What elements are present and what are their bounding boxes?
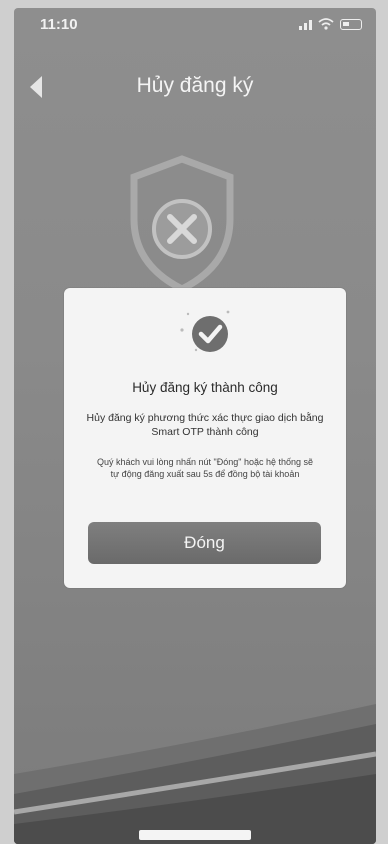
photo-frame: 11:10 Hủy đăng ký Hủy đăng ký thành công… — [0, 0, 388, 844]
bottom-wave-decoration — [14, 704, 376, 844]
status-icons — [299, 18, 362, 30]
battery-icon — [340, 19, 362, 30]
dialog-note: Quý khách vui lòng nhấn nút "Đóng" hoặc … — [96, 457, 314, 479]
check-circle-icon — [180, 310, 230, 352]
status-bar: 11:10 — [14, 8, 376, 42]
close-button[interactable]: Đóng — [88, 522, 321, 564]
phone-screen: 11:10 Hủy đăng ký Hủy đăng ký thành công… — [14, 8, 376, 844]
nav-bar: Hủy đăng ký — [14, 68, 376, 108]
status-time: 11:10 — [40, 16, 78, 33]
page-title: Hủy đăng ký — [136, 74, 254, 97]
success-dialog: Hủy đăng ký thành công Hủy đăng ký phươn… — [64, 288, 346, 588]
shield-x-icon — [130, 155, 234, 293]
wifi-icon — [318, 18, 334, 30]
dialog-title: Hủy đăng ký thành công — [132, 380, 278, 395]
signal-icon — [299, 18, 312, 30]
dialog-message: Hủy đăng ký phương thức xác thực giao dị… — [86, 412, 324, 438]
home-indicator — [139, 830, 251, 840]
